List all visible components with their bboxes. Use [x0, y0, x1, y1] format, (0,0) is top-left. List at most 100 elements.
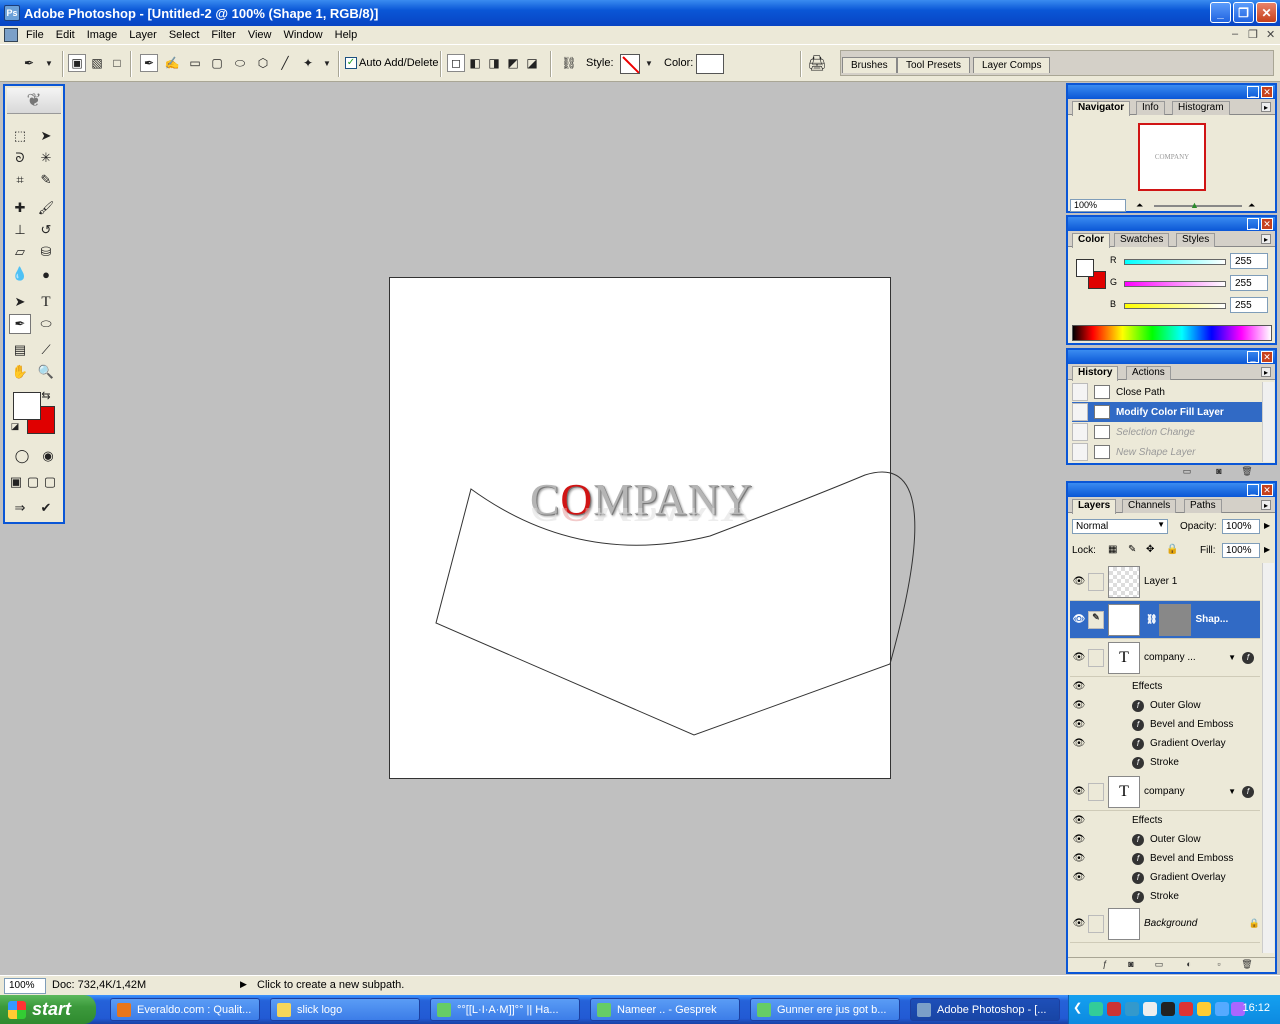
tool-preset-pen-icon[interactable]: ✒ — [20, 54, 38, 72]
palette-well-tab-tool-presets[interactable]: Tool Presets — [897, 57, 971, 73]
eye-icon[interactable]: 👁 — [1070, 576, 1088, 587]
menu-help[interactable]: Help — [329, 29, 364, 41]
navigator-menu-icon[interactable]: ▸ — [1261, 102, 1271, 112]
layer-row[interactable]: 👁 T company ▼ f — [1070, 773, 1260, 811]
shape-layers-mode-icon[interactable]: ▣ — [68, 54, 86, 72]
eye-icon[interactable]: 👁 — [1070, 738, 1088, 749]
status-zoom-field[interactable]: 100% — [4, 978, 46, 994]
document-canvas[interactable]: COMPANY COMPANY — [389, 277, 916, 779]
color-menu-icon[interactable]: ▸ — [1261, 234, 1271, 244]
eye-icon[interactable]: 👁 — [1070, 700, 1088, 711]
color-swatch[interactable] — [696, 54, 724, 74]
lock-image-icon[interactable]: ✎ — [1128, 544, 1136, 555]
restore-button[interactable]: ❐ — [1233, 2, 1254, 23]
link-box[interactable] — [1088, 782, 1104, 801]
tab-paths[interactable]: Paths — [1184, 499, 1222, 513]
paint-bucket-tool-icon[interactable]: ⛁ — [35, 242, 57, 262]
blue-channel-value[interactable]: 255 — [1230, 297, 1268, 313]
taskbar-item[interactable]: °°[[L·I·A·M]]°° || Ha... — [430, 998, 580, 1021]
effect-row[interactable]: 👁 f Bevel and Emboss — [1070, 849, 1260, 868]
photoshop-app-icon[interactable]: Ps — [4, 5, 20, 21]
doc-size-info[interactable]: Doc: 732,4K/1,42M — [52, 979, 146, 991]
edit-in-imageready-icon[interactable]: ✔ — [35, 498, 57, 518]
fill-arrow-icon[interactable]: ▶ — [1264, 545, 1270, 554]
eye-icon[interactable]: 👁 — [1070, 815, 1088, 826]
menu-layer[interactable]: Layer — [123, 29, 163, 41]
brush-link-icon[interactable]: ✎ — [1088, 610, 1104, 629]
document-icon[interactable] — [4, 28, 18, 42]
standard-mode-icon[interactable]: ◯ — [11, 446, 33, 466]
fill-field[interactable]: 100% — [1222, 543, 1260, 558]
doc-minimize-icon[interactable]: – — [1232, 28, 1238, 40]
subtract-shape-area-icon[interactable]: ◧ — [466, 54, 484, 72]
delete-layer-icon[interactable]: 🗑 — [1240, 959, 1254, 971]
full-screen-mode-icon[interactable]: ▢ — [41, 472, 59, 492]
rounded-rectangle-option-icon[interactable]: ▢ — [208, 54, 226, 72]
start-button[interactable]: start — [0, 995, 96, 1024]
green-channel-slider[interactable] — [1124, 281, 1226, 287]
add-layer-style-icon[interactable]: ƒ — [1098, 959, 1112, 971]
freeform-pen-option-icon[interactable]: ✍ — [163, 54, 181, 72]
menu-file[interactable]: File — [20, 29, 50, 41]
tray-mail-icon[interactable] — [1215, 1002, 1229, 1016]
tab-navigator[interactable]: Navigator — [1072, 101, 1131, 116]
add-mask-icon[interactable]: ◙ — [1124, 959, 1138, 971]
menu-image[interactable]: Image — [81, 29, 124, 41]
tab-info[interactable]: Info — [1136, 101, 1165, 115]
eye-icon[interactable]: 👁 — [1070, 872, 1088, 883]
new-adjustment-layer-icon[interactable]: ◐ — [1182, 959, 1196, 971]
swap-colors-icon[interactable]: ⇆ — [39, 388, 53, 402]
red-channel-value[interactable]: 255 — [1230, 253, 1268, 269]
navigator-thumbnail[interactable]: COMPANY — [1138, 123, 1206, 191]
tray-antivirus-icon[interactable] — [1107, 1002, 1121, 1016]
lock-transparency-icon[interactable]: ▦ — [1108, 544, 1117, 555]
menu-view[interactable]: View — [242, 29, 278, 41]
magic-wand-tool-icon[interactable]: ✳ — [35, 148, 57, 168]
path-selection-tool-icon[interactable]: ➤ — [9, 292, 31, 312]
opacity-field[interactable]: 100% — [1222, 519, 1260, 534]
layer-row-selected[interactable]: 👁 ✎ ⛓ Shap... — [1070, 601, 1260, 639]
expand-effects-icon[interactable]: ▼ — [1228, 787, 1236, 796]
link-style-icon[interactable]: ⛓ — [560, 54, 578, 72]
tab-channels[interactable]: Channels — [1122, 499, 1177, 513]
effects-header[interactable]: 👁 Effects — [1070, 677, 1260, 696]
history-close-icon[interactable]: ✕ — [1261, 351, 1273, 363]
standard-screen-mode-icon[interactable]: ▣ — [7, 472, 25, 492]
menu-filter[interactable]: Filter — [205, 29, 241, 41]
effect-row[interactable]: f Stroke — [1070, 753, 1260, 772]
lasso-tool-icon[interactable]: ᘐ — [9, 148, 31, 168]
eye-icon[interactable]: 👁 — [1070, 719, 1088, 730]
navigator-zoom-field[interactable]: 100% — [1070, 199, 1126, 212]
eyedropper-tool-icon[interactable]: ⟋ — [35, 340, 57, 360]
history-item-selected[interactable]: Modify Color Fill Layer — [1072, 402, 1262, 422]
tab-color[interactable]: Color — [1072, 233, 1111, 248]
eye-icon[interactable]: 👁 — [1070, 918, 1088, 929]
zoom-in-icon[interactable]: ⏶ — [1248, 200, 1255, 211]
blur-tool-icon[interactable]: 💧 — [9, 264, 31, 284]
history-menu-icon[interactable]: ▸ — [1261, 367, 1271, 377]
rectangle-option-icon[interactable]: ▭ — [186, 54, 204, 72]
effect-row[interactable]: 👁 f Outer Glow — [1070, 696, 1260, 715]
tab-actions[interactable]: Actions — [1126, 366, 1171, 380]
history-snapshot-box[interactable] — [1072, 443, 1088, 461]
pen-tool-icon[interactable]: ✒ — [9, 314, 31, 334]
layer-row[interactable]: 👁 Layer 1 — [1070, 563, 1260, 601]
palette-well-tab-brushes[interactable]: Brushes — [842, 57, 897, 73]
effect-row[interactable]: 👁 f Outer Glow — [1070, 830, 1260, 849]
style-dropdown-icon[interactable]: ▼ — [640, 54, 658, 72]
ellipse-tool-icon[interactable]: ⬭ — [35, 314, 57, 334]
eye-icon[interactable]: 👁 — [1070, 834, 1088, 845]
layers-close-icon[interactable]: ✕ — [1261, 484, 1273, 496]
opacity-arrow-icon[interactable]: ▶ — [1264, 521, 1270, 530]
lock-position-icon[interactable]: ✥ — [1146, 544, 1154, 555]
shape-path-outline[interactable] — [390, 278, 950, 780]
blue-channel-slider[interactable] — [1124, 303, 1226, 309]
new-document-from-state-icon[interactable]: ▭ — [1180, 466, 1194, 478]
layers-minimize-icon[interactable]: _ — [1247, 484, 1259, 496]
new-layer-icon[interactable]: ▫ — [1212, 959, 1226, 971]
history-brush-tool-icon[interactable]: ↺ — [35, 220, 57, 240]
zoom-tool-icon[interactable]: 🔍 — [35, 362, 57, 382]
tab-histogram[interactable]: Histogram — [1172, 101, 1230, 115]
paths-mode-icon[interactable]: ▧ — [88, 54, 106, 72]
effect-row[interactable]: 👁 f Bevel and Emboss — [1070, 715, 1260, 734]
